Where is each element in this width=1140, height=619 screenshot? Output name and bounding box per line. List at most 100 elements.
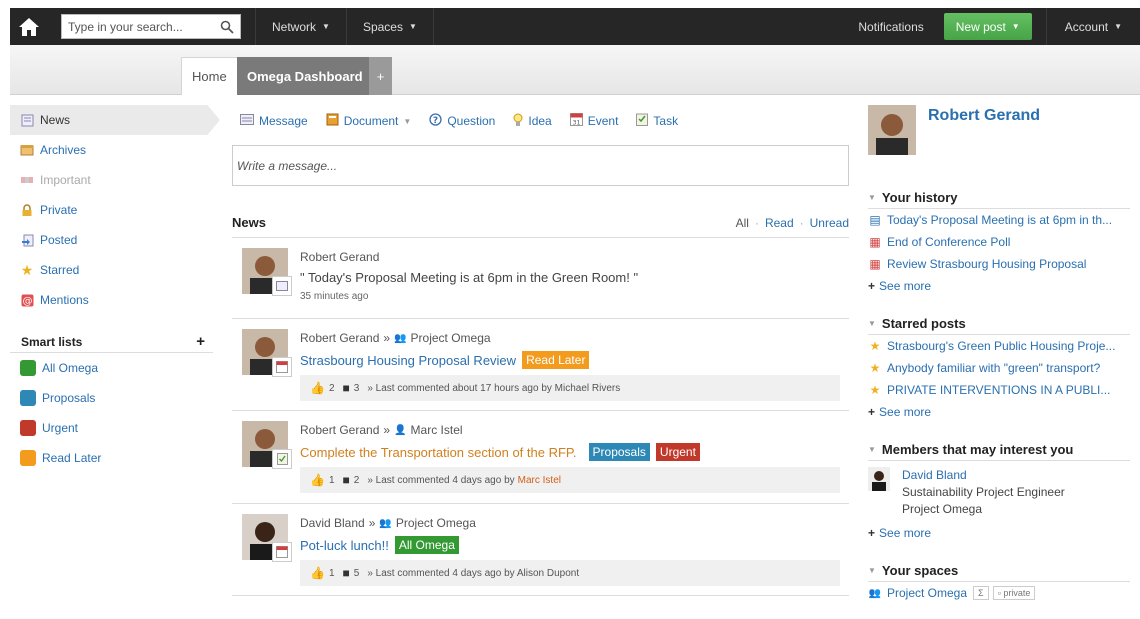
post-target[interactable]: Project Omega	[411, 331, 491, 345]
composer-tab-idea[interactable]: Idea	[513, 113, 552, 130]
composer-tab-task[interactable]: Task	[636, 113, 678, 129]
smart-list-proposals[interactable]: Proposals	[10, 383, 220, 413]
comment-icon[interactable]: ■	[343, 381, 350, 395]
starred-see-more[interactable]: + See more	[868, 401, 1130, 423]
sidebar-item-label: Posted	[40, 233, 78, 247]
post-target[interactable]: Project Omega	[396, 516, 476, 530]
member-name[interactable]: David Bland	[902, 467, 1065, 484]
post-author[interactable]: David Bland	[300, 516, 365, 530]
chevron-down-icon: ▼	[408, 22, 417, 31]
starred-item[interactable]: ★ Strasbourg's Green Public Housing Proje…	[868, 335, 1130, 357]
composer-tab-message[interactable]: Message	[240, 114, 308, 128]
filter-all[interactable]: All	[736, 216, 749, 230]
sidebar-item-private[interactable]: Private	[10, 195, 220, 225]
tag-urgent[interactable]: Urgent	[655, 443, 700, 461]
smart-list-all-omega[interactable]: All Omega	[10, 353, 220, 383]
tab-omega-dashboard[interactable]: Omega Dashboard	[237, 57, 373, 95]
filter-read[interactable]: Read	[765, 216, 794, 230]
post-author[interactable]: Robert Gerand	[300, 423, 379, 437]
account-menu[interactable]: Account ▼	[1045, 8, 1140, 45]
group-icon: 👥	[868, 587, 882, 599]
comment-icon[interactable]: ■	[343, 473, 350, 487]
composer-tab-label: Task	[653, 114, 679, 128]
sidebar-item-news[interactable]: News	[10, 105, 220, 135]
search-input[interactable]	[68, 19, 208, 34]
add-smart-list-button[interactable]: +	[196, 333, 205, 350]
search-icon[interactable]	[220, 20, 234, 34]
spaces-header[interactable]: ▼ Your spaces	[868, 560, 1130, 582]
starred-item[interactable]: ★ PRIVATE INTERVENTIONS IN A PUBLI...	[868, 379, 1130, 401]
post-target[interactable]: Marc Istel	[411, 423, 463, 437]
like-icon[interactable]: 👍	[310, 566, 325, 580]
tag-all-omega[interactable]: All Omega	[394, 536, 459, 554]
avatar[interactable]	[868, 105, 916, 155]
mention-icon: @	[20, 293, 34, 307]
search-box[interactable]	[61, 14, 241, 39]
plus-icon: +	[868, 279, 876, 293]
like-icon[interactable]: 👍	[310, 381, 325, 395]
smart-list-read-later[interactable]: Read Later	[10, 443, 220, 473]
history-see-more[interactable]: + See more	[868, 275, 1130, 297]
history-header[interactable]: ▼ Your history	[868, 187, 1130, 209]
history-item[interactable]: ▦ End of Conference Poll	[868, 231, 1130, 253]
tag-proposals[interactable]: Proposals	[588, 443, 650, 461]
space-sigma-badge: Σ	[973, 586, 989, 600]
post-title-link[interactable]: Complete the Transportation section of t…	[300, 445, 577, 460]
post-meta: David Bland » 👥 Project Omega	[300, 514, 849, 532]
svg-text:31: 31	[572, 120, 580, 127]
chevron-down-icon: ▼	[868, 193, 876, 202]
star-icon: ★	[869, 383, 881, 397]
svg-text:?: ?	[433, 116, 438, 126]
spaces-menu[interactable]: Spaces ▼	[347, 8, 434, 45]
network-menu[interactable]: Network ▼	[255, 8, 347, 45]
sidebar-item-posted[interactable]: Posted	[10, 225, 220, 255]
news-header: News All · Read · Unread	[232, 212, 849, 238]
composer-tab-event[interactable]: 31 Event	[569, 113, 619, 129]
sidebar-item-mentions[interactable]: @ Mentions	[10, 285, 220, 315]
starred-item-label: Anybody familiar with "green" transport?	[887, 361, 1101, 375]
space-item[interactable]: 👥 Project Omega Σ ▫ private	[868, 582, 1130, 604]
message-input[interactable]	[237, 158, 844, 173]
post-title-link[interactable]: Pot-luck lunch!!	[300, 538, 389, 553]
composer-tab-label: Event	[587, 114, 619, 128]
comment-count: 3	[353, 382, 360, 394]
composer-tab-question[interactable]: ? Question	[429, 113, 495, 129]
tag-read-later[interactable]: Read Later	[522, 351, 590, 369]
avatar[interactable]	[868, 467, 890, 491]
starred-header[interactable]: ▼ Starred posts	[868, 313, 1130, 335]
smart-list-swatch	[20, 450, 36, 466]
filter-unread[interactable]: Unread	[810, 216, 849, 230]
notifications-link[interactable]: Notifications	[838, 8, 943, 45]
post-title-link[interactable]: Strasbourg Housing Proposal Review	[300, 353, 516, 368]
news-filters: All · Read · Unread	[736, 216, 849, 230]
tab-home[interactable]: Home	[181, 57, 238, 95]
space-private-badge: ▫ private	[992, 586, 1036, 600]
sidebar-item-archives[interactable]: Archives	[10, 135, 220, 165]
members-header[interactable]: ▼ Members that may interest you	[868, 439, 1130, 461]
composer-tab-document[interactable]: Document ▼	[326, 113, 411, 129]
comment-icon[interactable]: ■	[343, 566, 350, 580]
post-footer: 👍 2 ■ 3 » Last commented about 17 hours …	[300, 375, 840, 401]
chevron-down-icon: ▼	[1114, 22, 1122, 31]
post-author[interactable]: Robert Gerand	[300, 250, 379, 264]
post-author[interactable]: Robert Gerand	[300, 331, 379, 345]
profile-name[interactable]: Robert Gerand	[928, 107, 1040, 157]
history-item[interactable]: ▤ Today's Proposal Meeting is at 6pm in t…	[868, 209, 1130, 231]
home-button[interactable]	[10, 8, 47, 45]
message-box[interactable]	[232, 145, 849, 186]
members-see-more[interactable]: + See more	[868, 522, 1130, 544]
new-post-button[interactable]: New post ▼	[943, 13, 1032, 40]
like-icon[interactable]: 👍	[310, 473, 325, 487]
sidebar-item-important[interactable]: Important	[10, 165, 220, 195]
space-item-label: Project Omega	[887, 586, 968, 600]
sidebar-item-starred[interactable]: ★ Starred	[10, 255, 220, 285]
starred-item[interactable]: ★ Anybody familiar with "green" transport…	[868, 357, 1130, 379]
member-project: Project Omega	[902, 502, 983, 516]
right-sidebar: Robert Gerand ▼ Your history ▤ Today's Pro…	[868, 105, 1130, 604]
add-tab-button[interactable]: +	[369, 57, 392, 95]
post-body: Strasbourg Housing Proposal Review Read …	[300, 351, 849, 369]
last-commenter-link[interactable]: Marc Istel	[518, 475, 561, 486]
history-item[interactable]: ▦ Review Strasbourg Housing Proposal	[868, 253, 1130, 275]
question-icon: ?	[429, 113, 442, 129]
smart-list-urgent[interactable]: Urgent	[10, 413, 220, 443]
